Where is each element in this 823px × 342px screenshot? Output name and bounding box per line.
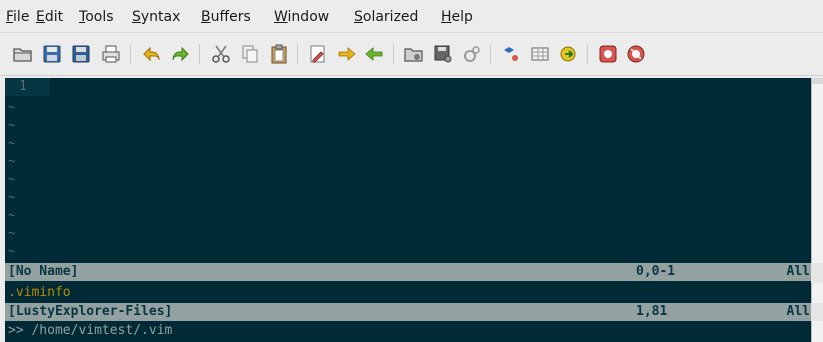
explorer-file-entry[interactable]: .viminfo <box>5 284 811 302</box>
menu-tools[interactable]: Tools <box>79 8 114 26</box>
find-replace-icon[interactable] <box>306 42 330 66</box>
menu-syntax[interactable]: Syntax <box>132 8 180 26</box>
empty-line-marker: ~ <box>8 154 16 168</box>
main-status-line[interactable]: [No Name] 0,0-1 All <box>5 263 811 281</box>
editor-area[interactable]: 1 ~ ~ ~ ~ ~ ~ ~ ~ ~ [No Name] 0,0-1 All … <box>5 78 811 342</box>
cursor-position: 0,0-1 <box>636 264 676 279</box>
toolbar <box>0 32 823 76</box>
find-previous-icon[interactable] <box>362 42 386 66</box>
menu-edit[interactable]: Edit <box>36 8 63 26</box>
empty-line-marker: ~ <box>8 118 16 132</box>
paste-icon[interactable] <box>267 42 291 66</box>
line-number-gutter: 1 <box>5 78 50 96</box>
empty-line-marker: ~ <box>8 244 16 258</box>
scrollbar-track[interactable] <box>811 283 823 303</box>
buffer-name: [LustyExplorer-Files] <box>8 304 173 319</box>
file-name: .viminfo <box>8 285 71 300</box>
open-folder-icon[interactable] <box>11 42 35 66</box>
menu-window[interactable]: Window <box>274 8 329 26</box>
empty-line-marker: ~ <box>8 136 16 150</box>
vertical-scrollbar[interactable] <box>811 78 823 342</box>
empty-line-marker: ~ <box>8 208 16 222</box>
menu-bar: File Edit Tools Syntax Buffers Window So… <box>0 0 823 32</box>
cut-icon[interactable] <box>209 42 233 66</box>
empty-line-marker: ~ <box>8 100 16 114</box>
scrollbar-track[interactable] <box>811 321 823 342</box>
line-number: 1 <box>19 79 27 94</box>
scroll-percent: All <box>786 264 810 279</box>
command-line[interactable]: >> /home/vimtest/.vim <box>5 322 811 340</box>
empty-line-marker: ~ <box>8 190 16 204</box>
shell-icon[interactable] <box>528 42 552 66</box>
load-session-icon[interactable] <box>402 42 426 66</box>
cursor-position: 1,81 <box>636 304 668 319</box>
explorer-status-line[interactable]: [LustyExplorer-Files] 1,81 All <box>5 303 811 321</box>
toolbar-separator <box>130 44 131 64</box>
menu-file[interactable]: File <box>6 8 29 26</box>
menu-help[interactable]: Help <box>441 8 473 26</box>
toolbar-separator <box>587 44 588 64</box>
toolbar-separator <box>297 44 298 64</box>
run-ctags-icon[interactable] <box>556 42 580 66</box>
save-all-icon[interactable] <box>69 42 93 66</box>
toolbar-separator <box>490 44 491 64</box>
toolbar-separator <box>199 44 200 64</box>
scroll-percent: All <box>786 304 810 319</box>
menu-buffers[interactable]: Buffers <box>201 8 251 26</box>
make-icon[interactable] <box>499 42 523 66</box>
find-next-icon[interactable] <box>335 42 359 66</box>
print-icon[interactable] <box>99 42 123 66</box>
run-script-icon[interactable] <box>460 42 484 66</box>
empty-line-marker: ~ <box>8 172 16 186</box>
command-text: >> /home/vimtest/.vim <box>8 323 173 338</box>
save-icon[interactable] <box>40 42 64 66</box>
save-session-icon[interactable] <box>431 42 455 66</box>
menu-solarized[interactable]: Solarized <box>354 8 418 26</box>
empty-line-marker: ~ <box>8 226 16 240</box>
copy-icon[interactable] <box>238 42 262 66</box>
find-help-icon[interactable] <box>624 42 648 66</box>
redo-icon[interactable] <box>168 42 192 66</box>
buffer-name: [No Name] <box>8 264 79 279</box>
help-icon[interactable] <box>596 42 620 66</box>
undo-icon[interactable] <box>140 42 164 66</box>
scrollbar-cap <box>811 78 823 84</box>
scrollbar-track[interactable] <box>811 78 823 263</box>
toolbar-separator <box>393 44 394 64</box>
